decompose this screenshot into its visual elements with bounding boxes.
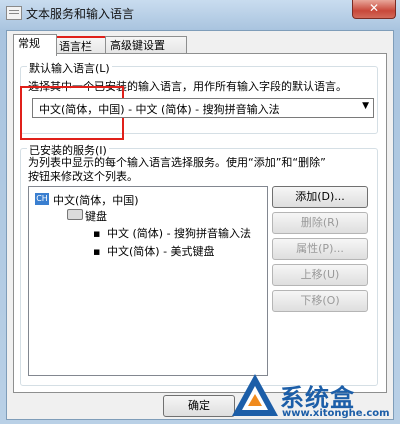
remove-button[interactable]: 删除(R): [272, 212, 368, 234]
general-panel: 默认输入语言(L) 选择其中一个已安装的输入语言，用作所有输入字段的默认语言。 …: [13, 53, 387, 393]
language-code-badge: CH: [35, 193, 49, 205]
app-icon: [6, 6, 22, 20]
default-language-value: 中文(简体，中国) - 中文 (简体) - 搜狗拼音输入法: [39, 103, 280, 116]
default-language-select[interactable]: 中文(简体，中国) - 中文 (简体) - 搜狗拼音输入法 ▼: [32, 98, 374, 118]
watermark-logo-icon: [232, 374, 278, 416]
move-down-button[interactable]: 下移(O): [272, 290, 368, 312]
title-bar: 文本服务和输入语言 ✕: [0, 0, 400, 28]
window-title: 文本服务和输入语言: [26, 7, 135, 21]
watermark-url: www.xitonghe.com: [282, 408, 390, 419]
close-button[interactable]: ✕: [352, 0, 396, 19]
properties-button[interactable]: 属性(P)...: [272, 238, 368, 260]
dialog-body: 常规 语言栏 高级键设置 默认输入语言(L) 选择其中一个已安装的输入语言，用作…: [6, 30, 394, 420]
add-button[interactable]: 添加(D)...: [272, 186, 368, 208]
move-up-button[interactable]: 上移(U): [272, 264, 368, 286]
tree-item-service[interactable]: 中文(简体) - 美式键盘: [107, 243, 215, 259]
window: 文本服务和输入语言 ✕ 常规 语言栏 高级键设置 默认输入语言(L) 选择其中一…: [0, 0, 400, 424]
tab-general[interactable]: 常规: [13, 34, 57, 56]
tree-bullet-icon: ▪: [93, 245, 101, 258]
keyboard-icon: [67, 209, 83, 220]
installed-services-description-line-1: 为列表中显示的每个输入语言选择服务。使用“添加”和“删除”: [28, 156, 326, 169]
tree-item-keyboard[interactable]: 键盘: [85, 208, 107, 224]
tree-item-service[interactable]: 中文 (简体) - 搜狗拼音输入法: [107, 225, 251, 241]
installed-services-description-line-2: 按钮来修改这个列表。: [28, 170, 138, 183]
chevron-down-icon: ▼: [362, 101, 369, 111]
watermark: 系统盒 www.xitonghe.com: [230, 372, 398, 422]
installed-services-tree[interactable]: CH 中文(简体，中国) 键盘 ▪ 中文 (简体) - 搜狗拼音输入法 ▪ 中文…: [28, 186, 268, 376]
ok-button[interactable]: 确定: [163, 395, 235, 417]
default-language-group-title: 默认输入语言(L): [27, 60, 112, 76]
tree-item-language[interactable]: 中文(简体，中国): [53, 192, 139, 208]
tree-bullet-icon: ▪: [93, 227, 101, 240]
